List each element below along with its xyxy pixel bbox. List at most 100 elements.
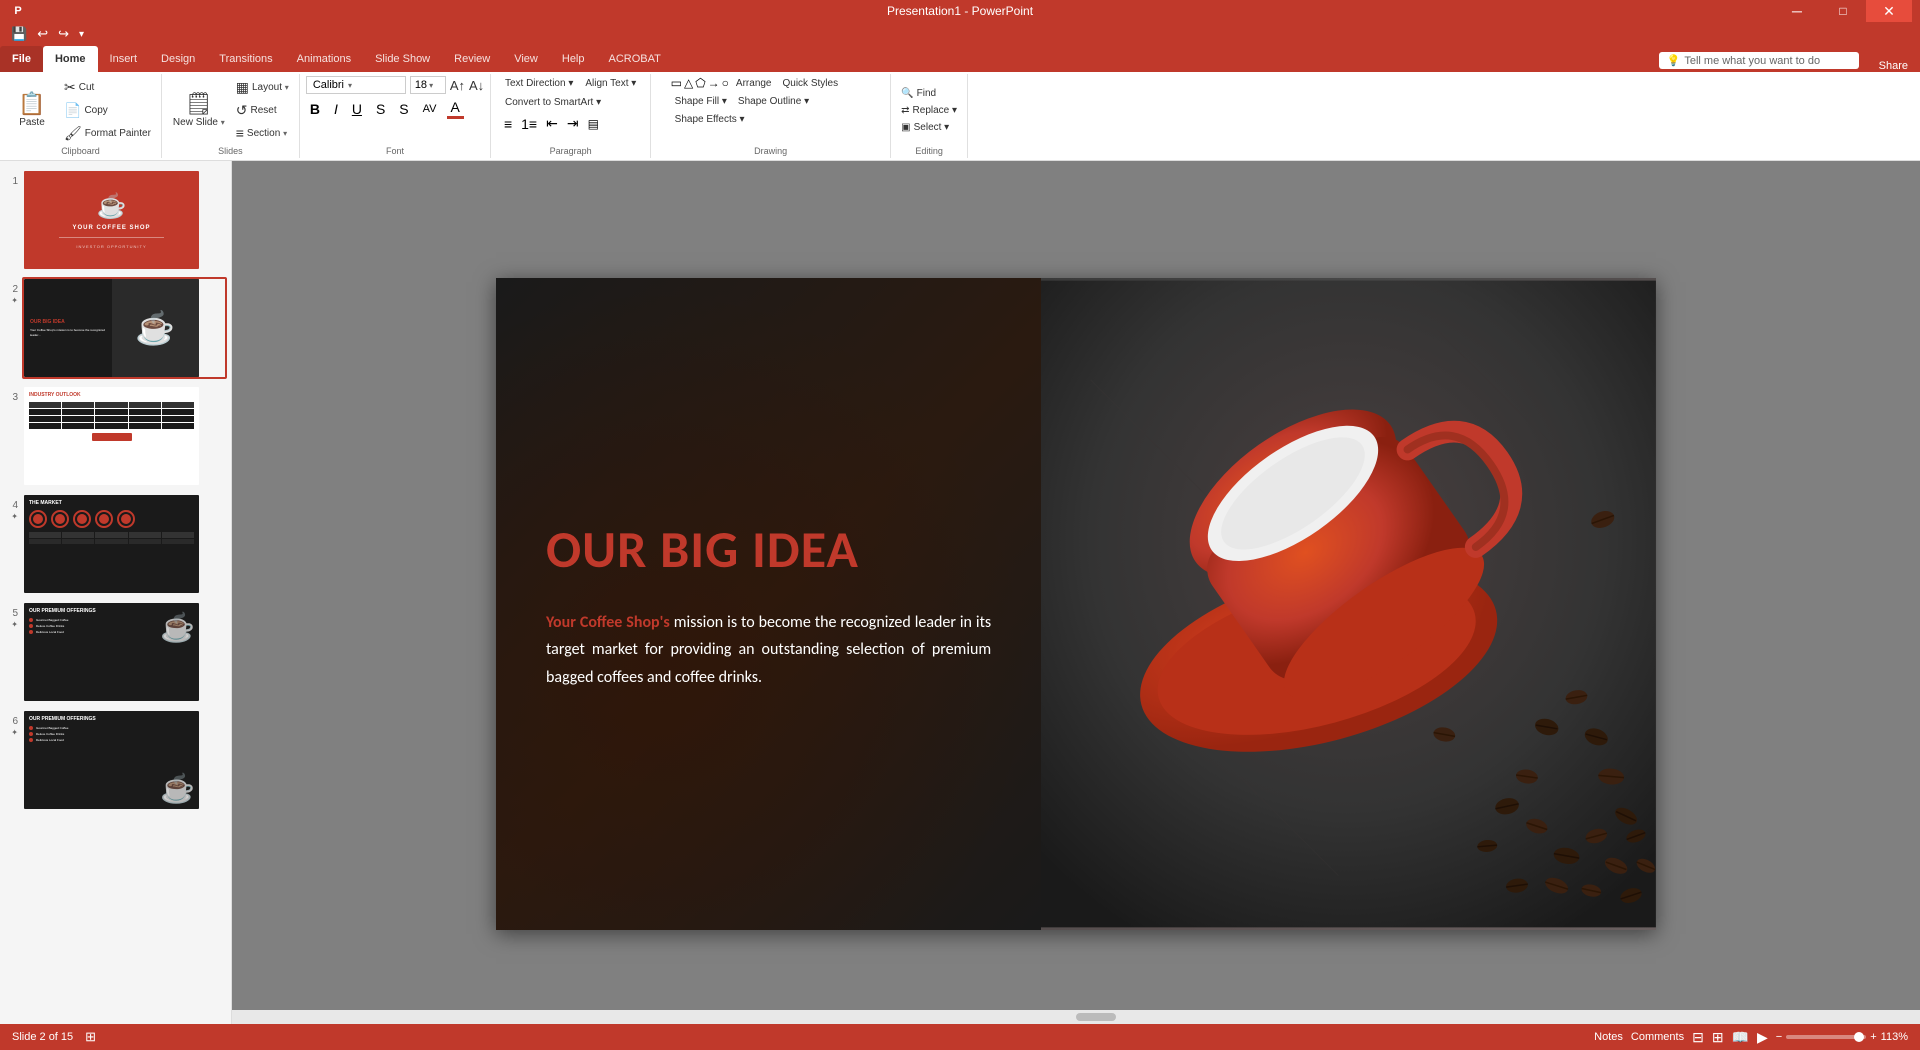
customize-qat-button[interactable]: ▾ bbox=[76, 29, 87, 40]
s1-subtitle-text: INVESTOR OPPORTUNITY bbox=[76, 244, 146, 249]
undo-qat-button[interactable]: ↩ bbox=[34, 26, 51, 42]
tab-design[interactable]: Design bbox=[149, 46, 207, 72]
zoom-out-button[interactable]: − bbox=[1776, 1031, 1782, 1043]
font-label: Font bbox=[386, 144, 404, 156]
italic-button[interactable]: I bbox=[330, 100, 342, 118]
slide-canvas[interactable]: OUR BIG IDEA Your Coffee Shop's mission … bbox=[496, 278, 1656, 930]
format-painter-icon: 🖌 bbox=[64, 125, 82, 142]
slide-item-4[interactable]: 4 ✦ THE MARKET bbox=[4, 493, 227, 595]
reset-button[interactable]: ↺ Reset bbox=[232, 100, 293, 121]
slide-thumb-3[interactable]: INDUSTRY OUTLOOK bbox=[22, 385, 227, 487]
slide-thumb-2[interactable]: OUR BIG IDEA Your Coffee Shop's mission … bbox=[22, 277, 227, 379]
align-text-button[interactable]: Align Text ▾ bbox=[581, 76, 640, 91]
bold-button[interactable]: B bbox=[306, 100, 324, 118]
view-slideshow-button[interactable]: ▶ bbox=[1757, 1029, 1768, 1046]
indent-less-button[interactable]: ⇤ bbox=[543, 114, 561, 133]
tab-home[interactable]: Home bbox=[43, 46, 98, 72]
slide-thumb-4[interactable]: THE MARKET bbox=[22, 493, 227, 595]
replace-button[interactable]: ⇄ Replace ▾ bbox=[897, 103, 961, 118]
triangle-shape[interactable]: △ bbox=[684, 76, 693, 91]
horizontal-scrollbar[interactable] bbox=[232, 1010, 1920, 1024]
slide-left-panel: OUR BIG IDEA Your Coffee Shop's mission … bbox=[496, 278, 1041, 930]
slide-fitpage-icon[interactable]: ⊞ bbox=[85, 1029, 96, 1045]
tab-slideshow[interactable]: Slide Show bbox=[363, 46, 442, 72]
save-qat-button[interactable]: 💾 bbox=[8, 26, 30, 42]
slide-item-3[interactable]: 3 INDUSTRY OUTLOOK bbox=[4, 385, 227, 487]
increase-font-button[interactable]: A↑ bbox=[450, 78, 465, 93]
clipboard-label: Clipboard bbox=[61, 144, 100, 156]
select-button[interactable]: ▣ Select ▾ bbox=[897, 120, 961, 135]
convert-smartart-button[interactable]: Convert to SmartArt ▾ bbox=[501, 95, 605, 110]
shape-fill-button[interactable]: Shape Fill ▾ bbox=[671, 94, 731, 109]
slide-item-5[interactable]: 5 ✦ OUR PREMIUM OFFERINGS Gourmet Bagged… bbox=[4, 601, 227, 703]
underline-button[interactable]: U bbox=[348, 100, 366, 118]
clipboard-group: 📋 Paste ✂ Cut 📄 Copy 🖌 Format Painter bbox=[0, 74, 162, 158]
redo-qat-button[interactable]: ↪ bbox=[55, 26, 72, 42]
text-direction-button[interactable]: Text Direction ▾ bbox=[501, 76, 577, 91]
close-button[interactable]: ✕ bbox=[1866, 0, 1912, 22]
slide-item-1[interactable]: 1 ☕ YOUR COFFEE SHOP INVESTOR OPPORTUNIT… bbox=[4, 169, 227, 271]
slide-item-2[interactable]: 2 ✦ OUR BIG IDEA Your Coffee Shop's miss… bbox=[4, 277, 227, 379]
quick-styles-button[interactable]: Quick Styles bbox=[779, 76, 843, 91]
tab-file[interactable]: File bbox=[0, 46, 43, 72]
columns-button[interactable]: ▤ bbox=[585, 116, 602, 132]
slides-panel[interactable]: 1 ☕ YOUR COFFEE SHOP INVESTOR OPPORTUNIT… bbox=[0, 161, 232, 1047]
font-color-button[interactable]: A bbox=[447, 98, 464, 119]
format-painter-button[interactable]: 🖌 Format Painter bbox=[60, 123, 155, 144]
shadow-button[interactable]: S bbox=[395, 100, 412, 118]
numbered-list-button[interactable]: 1≡ bbox=[518, 115, 540, 133]
minimize-button[interactable]: ─ bbox=[1774, 0, 1820, 22]
tab-transitions[interactable]: Transitions bbox=[207, 46, 284, 72]
font-size-selector[interactable]: 18▾ bbox=[410, 76, 446, 94]
indent-more-button[interactable]: ⇥ bbox=[564, 114, 582, 133]
tab-acrobat[interactable]: ACROBAT bbox=[597, 46, 673, 72]
zoom-slider[interactable] bbox=[1786, 1035, 1866, 1039]
paste-icon: 📋 bbox=[18, 93, 45, 115]
zoom-in-button[interactable]: + bbox=[1870, 1031, 1876, 1043]
paste-button[interactable]: 📋 Paste bbox=[6, 78, 58, 142]
tell-me-bar[interactable]: 💡 Tell me what you want to do bbox=[1659, 52, 1859, 69]
view-normal-button[interactable]: ⊟ bbox=[1692, 1029, 1704, 1046]
tab-review[interactable]: Review bbox=[442, 46, 502, 72]
layout-button[interactable]: ▦ Layout ▾ bbox=[232, 77, 293, 98]
pentagon-shape[interactable]: ⬠ bbox=[695, 76, 705, 91]
tab-view[interactable]: View bbox=[502, 46, 550, 72]
arrange-button[interactable]: Arrange bbox=[732, 76, 776, 91]
maximize-button[interactable]: □ bbox=[1820, 0, 1866, 22]
shape-outline-button[interactable]: Shape Outline ▾ bbox=[734, 94, 813, 109]
font-family-selector[interactable]: Calibri▾ bbox=[306, 76, 406, 94]
bullet-list-button[interactable]: ≡ bbox=[501, 115, 515, 133]
strikethrough-button[interactable]: S bbox=[372, 100, 389, 118]
arrow-shape[interactable]: → bbox=[708, 76, 720, 91]
tab-help[interactable]: Help bbox=[550, 46, 597, 72]
slide-thumb-5[interactable]: OUR PREMIUM OFFERINGS Gourmet Bagged Cof… bbox=[22, 601, 227, 703]
slide-item-6[interactable]: 6 ✦ OUR PREMIUM OFFERINGS Gourmet Bagged… bbox=[4, 709, 227, 811]
tab-animations[interactable]: Animations bbox=[285, 46, 363, 72]
s6-header: OUR PREMIUM OFFERINGS bbox=[29, 716, 194, 722]
share-button[interactable]: Share bbox=[1867, 60, 1920, 72]
tab-insert[interactable]: Insert bbox=[98, 46, 150, 72]
view-reading-button[interactable]: 📖 bbox=[1732, 1029, 1749, 1046]
char-spacing-button[interactable]: AV bbox=[419, 102, 441, 116]
slide-title: OUR BIG IDEA bbox=[546, 517, 991, 581]
s2-body: Your Coffee Shop's mission is to become … bbox=[30, 328, 106, 336]
coffee-scene-svg bbox=[1041, 278, 1656, 930]
slide-thumb-1[interactable]: ☕ YOUR COFFEE SHOP INVESTOR OPPORTUNITY bbox=[22, 169, 227, 271]
comments-button[interactable]: Comments bbox=[1631, 1031, 1684, 1043]
circle-shape[interactable]: ○ bbox=[722, 76, 729, 91]
rectangle-shape[interactable]: ▭ bbox=[671, 76, 682, 91]
find-button[interactable]: 🔍 Find bbox=[897, 86, 961, 101]
cut-button[interactable]: ✂ Cut bbox=[60, 77, 155, 98]
drawing-label: Drawing bbox=[754, 144, 787, 156]
view-slidesorter-button[interactable]: ⊞ bbox=[1712, 1029, 1724, 1046]
title-bar: P Presentation1 - PowerPoint ─ □ ✕ bbox=[0, 0, 1920, 22]
shape-effects-button[interactable]: Shape Effects ▾ bbox=[671, 112, 749, 127]
section-button[interactable]: ≡ Section ▾ bbox=[232, 123, 293, 143]
decrease-font-button[interactable]: A↓ bbox=[469, 78, 484, 93]
slide-thumb-6[interactable]: OUR PREMIUM OFFERINGS Gourmet Bagged Cof… bbox=[22, 709, 227, 811]
notes-button[interactable]: Notes bbox=[1594, 1031, 1623, 1043]
new-slide-button[interactable]: 🗒 New Slide ▾ bbox=[168, 78, 230, 142]
copy-icon: 📄 bbox=[64, 102, 81, 119]
copy-button[interactable]: 📄 Copy bbox=[60, 100, 155, 121]
zoom-bar: − + 113% bbox=[1776, 1031, 1908, 1043]
